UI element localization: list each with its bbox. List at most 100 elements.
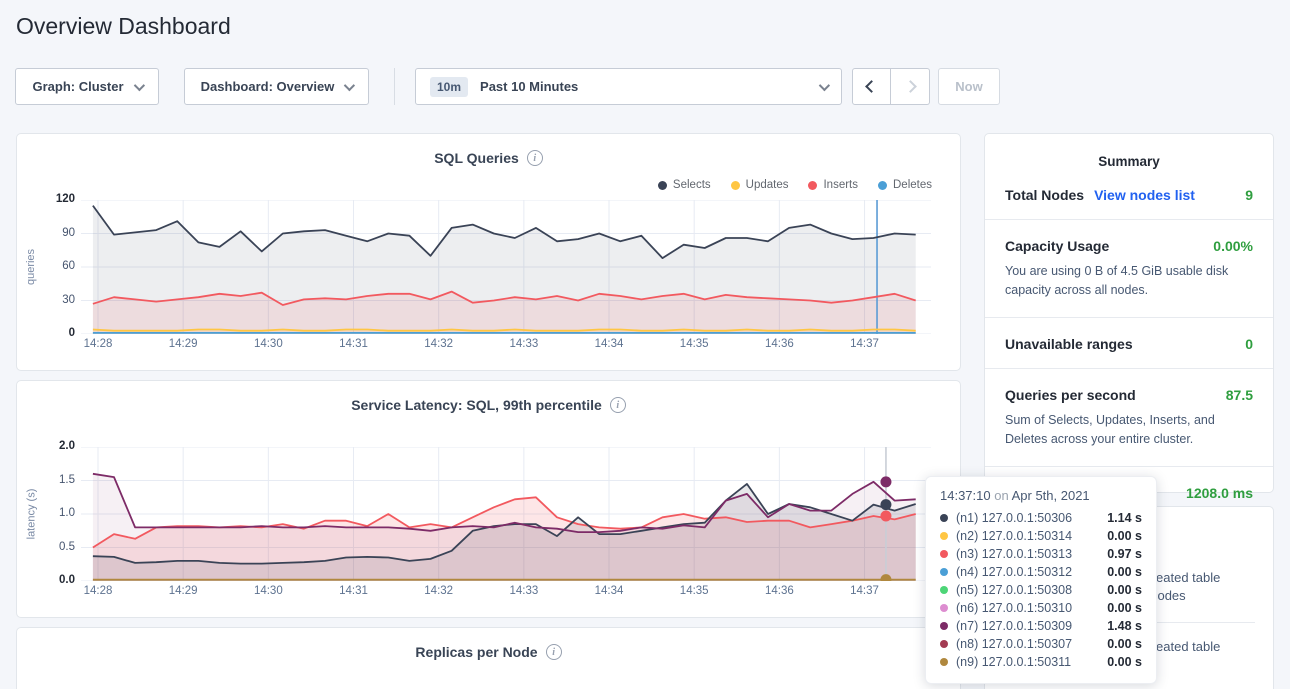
time-prev-button[interactable] bbox=[852, 68, 891, 105]
tooltip-node-row: (n8) 127.0.0.1:50307 0.00 s bbox=[940, 635, 1142, 653]
info-icon[interactable]: i bbox=[546, 644, 562, 660]
dashboard-dropdown-label: Dashboard: Overview bbox=[201, 79, 335, 94]
chevron-down-icon bbox=[133, 79, 144, 90]
node-address: (n7) 127.0.0.1:50309 bbox=[956, 619, 1072, 633]
legend-dot-icon bbox=[808, 181, 817, 190]
chevron-down-icon bbox=[344, 79, 355, 90]
node-latency-value: 0.00 s bbox=[1107, 637, 1142, 651]
capacity-usage-label: Capacity Usage bbox=[1005, 238, 1109, 254]
legend-dot-icon bbox=[658, 181, 667, 190]
queries-per-second-row: Queries per second 87.5 Sum of Selects, … bbox=[985, 369, 1273, 467]
time-next-button[interactable] bbox=[891, 68, 930, 105]
x-axis-tick: 14:29 bbox=[169, 338, 198, 350]
overview-dashboard-page: Overview Dashboard Graph: Cluster Dashbo… bbox=[0, 0, 1290, 689]
summary-panel: Summary Total Nodes View nodes list 9 Ca… bbox=[984, 133, 1274, 493]
node-series-dot-icon bbox=[940, 550, 948, 558]
x-axis-tick: 14:30 bbox=[254, 338, 283, 350]
replicas-per-node-panel: Replicas per Node i bbox=[16, 627, 961, 689]
tooltip-node-row: (n9) 127.0.0.1:50311 0.00 s bbox=[940, 653, 1142, 671]
x-axis-tick: 14:33 bbox=[509, 338, 538, 350]
x-axis-tick: 14:32 bbox=[424, 338, 453, 350]
node-address: (n5) 127.0.0.1:50308 bbox=[956, 583, 1072, 597]
total-nodes-value: 9 bbox=[1245, 187, 1253, 203]
x-axis-tick: 14:31 bbox=[339, 338, 368, 350]
sql-chart-legend: Selects Updates Inserts Deletes bbox=[658, 179, 932, 191]
queries-per-second-description: Sum of Selects, Updates, Inserts, and De… bbox=[1005, 411, 1253, 450]
y-axis-tick: 1.5 bbox=[39, 474, 75, 486]
view-nodes-list-link[interactable]: View nodes list bbox=[1094, 187, 1195, 203]
node-series-dot-icon bbox=[940, 514, 948, 522]
tooltip-node-row: (n7) 127.0.0.1:50309 1.48 s bbox=[940, 617, 1142, 635]
graph-dropdown[interactable]: Graph: Cluster bbox=[15, 68, 159, 105]
x-axis-tick: 14:32 bbox=[424, 585, 453, 597]
x-axis-tick: 14:34 bbox=[595, 338, 624, 350]
node-latency-value: 1.48 s bbox=[1107, 619, 1142, 633]
node-address: (n2) 127.0.0.1:50314 bbox=[956, 529, 1072, 543]
node-address: (n6) 127.0.0.1:50310 bbox=[956, 601, 1072, 615]
tooltip-timestamp: 14:37:10 on Apr 5th, 2021 bbox=[940, 488, 1142, 503]
sql-queries-panel: SQL Queries i Selects Updates Inserts Delet… bbox=[16, 133, 961, 371]
node-series-dot-icon bbox=[940, 604, 948, 612]
legend-item-updates[interactable]: Updates bbox=[731, 179, 789, 191]
sql-queries-title: SQL Queries bbox=[434, 150, 519, 166]
y-axis-tick: 0 bbox=[39, 327, 75, 339]
chevron-left-icon bbox=[865, 80, 878, 93]
capacity-usage-value: 0.00% bbox=[1213, 238, 1253, 254]
chart-hover-tooltip: 14:37:10 on Apr 5th, 2021 (n1) 127.0.0.1… bbox=[925, 476, 1157, 684]
x-axis-tick: 14:36 bbox=[765, 338, 794, 350]
x-axis-tick: 14:37 bbox=[850, 338, 879, 350]
node-latency-value: 0.00 s bbox=[1107, 583, 1142, 597]
chevron-down-icon bbox=[819, 79, 830, 90]
time-range-badge: 10m bbox=[430, 77, 468, 97]
sql-queries-chart[interactable] bbox=[81, 200, 931, 334]
node-series-dot-icon bbox=[940, 622, 948, 630]
latency-y-axis-label: latency (s) bbox=[23, 447, 39, 581]
y-axis-tick: 2.0 bbox=[39, 440, 75, 452]
node-latency-value: 0.97 s bbox=[1107, 547, 1142, 561]
sql-y-axis-label: queries bbox=[23, 200, 39, 334]
x-axis-tick: 14:35 bbox=[680, 338, 709, 350]
replicas-per-node-title: Replicas per Node bbox=[415, 644, 537, 660]
unavailable-ranges-row: Unavailable ranges 0 bbox=[985, 318, 1273, 369]
x-axis-tick: 14:36 bbox=[765, 585, 794, 597]
node-series-dot-icon bbox=[940, 658, 948, 666]
legend-label: Inserts bbox=[823, 179, 858, 191]
node-latency-value: 0.00 s bbox=[1107, 529, 1142, 543]
total-nodes-row: Total Nodes View nodes list 9 bbox=[985, 169, 1273, 220]
queries-per-second-label: Queries per second bbox=[1005, 387, 1136, 403]
x-axis-tick: 14:35 bbox=[680, 585, 709, 597]
x-axis-tick: 14:28 bbox=[84, 338, 113, 350]
now-button[interactable]: Now bbox=[938, 68, 1000, 105]
info-icon[interactable]: i bbox=[610, 397, 626, 413]
info-icon[interactable]: i bbox=[527, 150, 543, 166]
queries-per-second-value: 87.5 bbox=[1226, 387, 1253, 403]
unavailable-ranges-label: Unavailable ranges bbox=[1005, 336, 1133, 352]
x-axis-tick: 14:29 bbox=[169, 585, 198, 597]
node-latency-value: 0.00 s bbox=[1107, 655, 1142, 669]
node-latency-value: 0.00 s bbox=[1107, 565, 1142, 579]
service-latency-chart[interactable] bbox=[81, 447, 931, 581]
x-axis-tick: 14:37 bbox=[850, 585, 879, 597]
service-latency-title: Service Latency: SQL, 99th percentile bbox=[351, 397, 602, 413]
dashboard-dropdown[interactable]: Dashboard: Overview bbox=[184, 68, 369, 105]
node-address: (n1) 127.0.0.1:50306 bbox=[956, 511, 1072, 525]
page-title: Overview Dashboard bbox=[16, 13, 231, 40]
node-address: (n9) 127.0.0.1:50311 bbox=[956, 655, 1071, 669]
y-axis-tick: 1.0 bbox=[39, 507, 75, 519]
y-axis-tick: 0.5 bbox=[39, 541, 75, 553]
x-axis-tick: 14:28 bbox=[84, 585, 113, 597]
now-button-label: Now bbox=[955, 79, 982, 94]
legend-item-inserts[interactable]: Inserts bbox=[808, 179, 858, 191]
x-axis-tick: 14:31 bbox=[339, 585, 368, 597]
legend-item-selects[interactable]: Selects bbox=[658, 179, 711, 191]
total-nodes-label: Total Nodes bbox=[1005, 187, 1084, 203]
capacity-usage-description: You are using 0 B of 4.5 GiB usable disk… bbox=[1005, 262, 1253, 301]
time-range-dropdown[interactable]: 10m Past 10 Minutes bbox=[415, 68, 842, 105]
time-range-label: Past 10 Minutes bbox=[480, 79, 578, 94]
time-nav-group bbox=[852, 68, 930, 105]
node-address: (n8) 127.0.0.1:50307 bbox=[956, 637, 1072, 651]
legend-item-deletes[interactable]: Deletes bbox=[878, 179, 932, 191]
capacity-usage-row: Capacity Usage 0.00% You are using 0 B o… bbox=[985, 220, 1273, 318]
chevron-right-icon bbox=[904, 80, 917, 93]
tooltip-node-row: (n5) 127.0.0.1:50308 0.00 s bbox=[940, 581, 1142, 599]
